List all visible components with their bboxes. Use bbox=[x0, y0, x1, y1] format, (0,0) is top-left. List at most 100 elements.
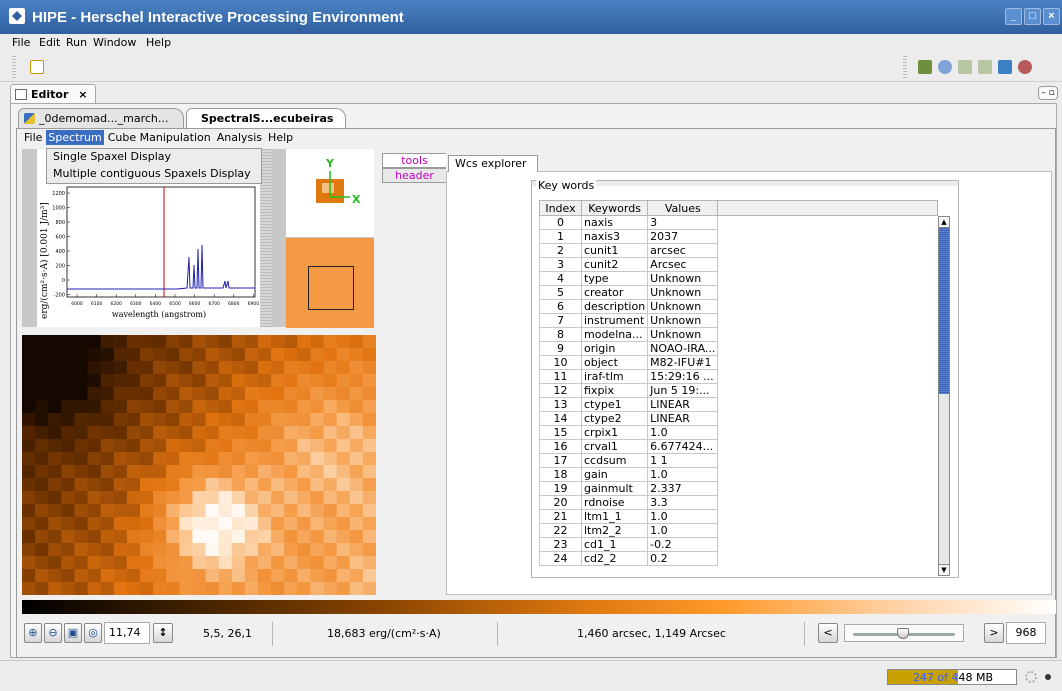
slider-thumb[interactable] bbox=[897, 628, 909, 639]
row-keyword[interactable]: ctype1 bbox=[580, 397, 649, 412]
row-index[interactable]: 7 bbox=[539, 313, 582, 328]
table-row[interactable]: 8 modelna... Unknown bbox=[539, 327, 719, 342]
side-tab-header[interactable]: header bbox=[382, 168, 446, 183]
keywords-scroll-thumb[interactable] bbox=[939, 228, 949, 394]
row-index[interactable]: 4 bbox=[539, 271, 582, 286]
row-value[interactable]: NOAO-IRA... bbox=[647, 341, 719, 356]
row-value[interactable]: Unknown bbox=[647, 271, 719, 286]
menu-item-single-spaxel[interactable]: Single Spaxel Display bbox=[47, 149, 261, 166]
row-keyword[interactable]: gain bbox=[580, 467, 649, 482]
row-value[interactable]: 1.0 bbox=[647, 467, 719, 482]
slice-index-field[interactable]: 968 bbox=[1006, 622, 1046, 644]
editor-perspective-tab[interactable]: Editor × bbox=[10, 84, 96, 104]
row-index[interactable]: 22 bbox=[539, 523, 582, 538]
cube-menu-help[interactable]: Help bbox=[266, 130, 295, 145]
row-index[interactable]: 18 bbox=[539, 467, 582, 482]
row-index[interactable]: 9 bbox=[539, 341, 582, 356]
close-icon[interactable]: × bbox=[78, 88, 87, 101]
row-index[interactable]: 10 bbox=[539, 355, 582, 370]
table-row[interactable]: 24 cd2_2 0.2 bbox=[539, 551, 719, 566]
row-keyword[interactable]: fixpix bbox=[580, 383, 649, 398]
close-icon[interactable]: × bbox=[1043, 8, 1060, 25]
table-row[interactable]: 11 iraf-tlm 15:29:16 ... bbox=[539, 369, 719, 384]
cube-menu-file[interactable]: File bbox=[22, 130, 44, 145]
window-title-bar[interactable]: HIPE - Herschel Interactive Processing E… bbox=[0, 0, 1062, 34]
column-header-values[interactable]: Values bbox=[647, 200, 719, 216]
table-row[interactable]: 0 naxis 3 bbox=[539, 215, 719, 230]
table-row[interactable]: 5 creator Unknown bbox=[539, 285, 719, 300]
zoom-stepper-icon[interactable]: ↕ bbox=[153, 623, 173, 643]
row-index[interactable]: 6 bbox=[539, 299, 582, 314]
table-row[interactable]: 6 description Unknown bbox=[539, 299, 719, 314]
row-value[interactable]: Unknown bbox=[647, 327, 719, 342]
row-keyword[interactable]: modelna... bbox=[580, 327, 649, 342]
menu-help[interactable]: Help bbox=[146, 36, 171, 49]
row-keyword[interactable]: instrument bbox=[580, 313, 649, 328]
doc-tab-spectral-cube[interactable]: SpectralS...ecubeiras × bbox=[186, 108, 346, 138]
cube-menu-analysis[interactable]: Analysis bbox=[215, 130, 264, 145]
row-index[interactable]: 23 bbox=[539, 537, 582, 552]
row-value[interactable]: Arcsec bbox=[647, 257, 719, 272]
row-value[interactable]: 2037 bbox=[647, 229, 719, 244]
table-row[interactable]: 17 ccdsum 1 1 bbox=[539, 453, 719, 468]
row-index[interactable]: 16 bbox=[539, 439, 582, 454]
table-row[interactable]: 23 cd1_1 -0.2 bbox=[539, 537, 719, 552]
row-keyword[interactable]: ccdsum bbox=[580, 453, 649, 468]
table-row[interactable]: 14 ctype2 LINEAR bbox=[539, 411, 719, 426]
side-tab-tools[interactable]: tools bbox=[382, 153, 446, 168]
table-row[interactable]: 15 crpix1 1.0 bbox=[539, 425, 719, 440]
row-index[interactable]: 19 bbox=[539, 481, 582, 496]
row-value[interactable]: 3 bbox=[647, 215, 719, 230]
table-row[interactable]: 20 rdnoise 3.3 bbox=[539, 495, 719, 510]
garbage-collect-icon[interactable] bbox=[1025, 671, 1037, 683]
search-icon[interactable] bbox=[938, 60, 952, 74]
row-value[interactable]: 2.337 bbox=[647, 481, 719, 496]
row-keyword[interactable]: cunit2 bbox=[580, 257, 649, 272]
table-row[interactable]: 22 ltm2_2 1.0 bbox=[539, 523, 719, 538]
row-keyword[interactable]: cd2_2 bbox=[580, 551, 649, 566]
row-keyword[interactable]: crval1 bbox=[580, 439, 649, 454]
row-index[interactable]: 11 bbox=[539, 369, 582, 384]
row-value[interactable]: M82-IFU#1 bbox=[647, 355, 719, 370]
row-value[interactable]: 3.3 bbox=[647, 495, 719, 510]
row-keyword[interactable]: ltm2_2 bbox=[580, 523, 649, 538]
row-keyword[interactable]: naxis3 bbox=[580, 229, 649, 244]
table-row[interactable]: 21 ltm1_1 1.0 bbox=[539, 509, 719, 524]
row-index[interactable]: 8 bbox=[539, 327, 582, 342]
monitor-icon[interactable] bbox=[998, 60, 1012, 74]
row-keyword[interactable]: rdnoise bbox=[580, 495, 649, 510]
maximize-icon[interactable]: □ bbox=[1024, 8, 1041, 25]
table-row[interactable]: 4 type Unknown bbox=[539, 271, 719, 286]
row-value[interactable]: 0.2 bbox=[647, 551, 719, 566]
row-index[interactable]: 12 bbox=[539, 383, 582, 398]
slice-next-button[interactable]: > bbox=[984, 623, 1004, 643]
cube-menu-cube-manipulation[interactable]: Cube Manipulation bbox=[106, 130, 213, 145]
minimize-icon[interactable]: _ bbox=[1005, 8, 1022, 25]
viewport-rectangle[interactable] bbox=[308, 266, 354, 310]
row-keyword[interactable]: ctype2 bbox=[580, 411, 649, 426]
slice-slider[interactable] bbox=[844, 624, 964, 642]
cube-slice-image[interactable] bbox=[22, 335, 377, 596]
row-index[interactable]: 5 bbox=[539, 285, 582, 300]
row-value[interactable]: 1.0 bbox=[647, 509, 719, 524]
row-keyword[interactable]: cunit1 bbox=[580, 243, 649, 258]
menu-item-multiple-spaxels[interactable]: Multiple contiguous Spaxels Display bbox=[47, 166, 261, 183]
menu-edit[interactable]: Edit bbox=[39, 36, 60, 49]
row-index[interactable]: 20 bbox=[539, 495, 582, 510]
column-header-index[interactable]: Index bbox=[539, 200, 582, 216]
zoom-out-icon[interactable]: ⊖ bbox=[44, 623, 62, 643]
cube-slice-heatmap[interactable] bbox=[22, 335, 377, 596]
row-index[interactable]: 14 bbox=[539, 411, 582, 426]
row-keyword[interactable]: description bbox=[580, 299, 649, 314]
tab-wcs-explorer[interactable]: Wcs explorer bbox=[448, 155, 538, 172]
perspective-2-icon[interactable] bbox=[978, 60, 992, 74]
home-icon[interactable] bbox=[918, 60, 932, 74]
row-value[interactable]: Unknown bbox=[647, 285, 719, 300]
row-keyword[interactable]: iraf-tlm bbox=[580, 369, 649, 384]
column-header-keywords[interactable]: Keywords bbox=[580, 200, 649, 216]
row-keyword[interactable]: ltm1_1 bbox=[580, 509, 649, 524]
zoom-value-field[interactable]: 11,74 bbox=[104, 622, 150, 644]
row-value[interactable]: 1.0 bbox=[647, 523, 719, 538]
scroll-up-icon[interactable]: ▲ bbox=[939, 217, 949, 228]
row-keyword[interactable]: naxis bbox=[580, 215, 649, 230]
